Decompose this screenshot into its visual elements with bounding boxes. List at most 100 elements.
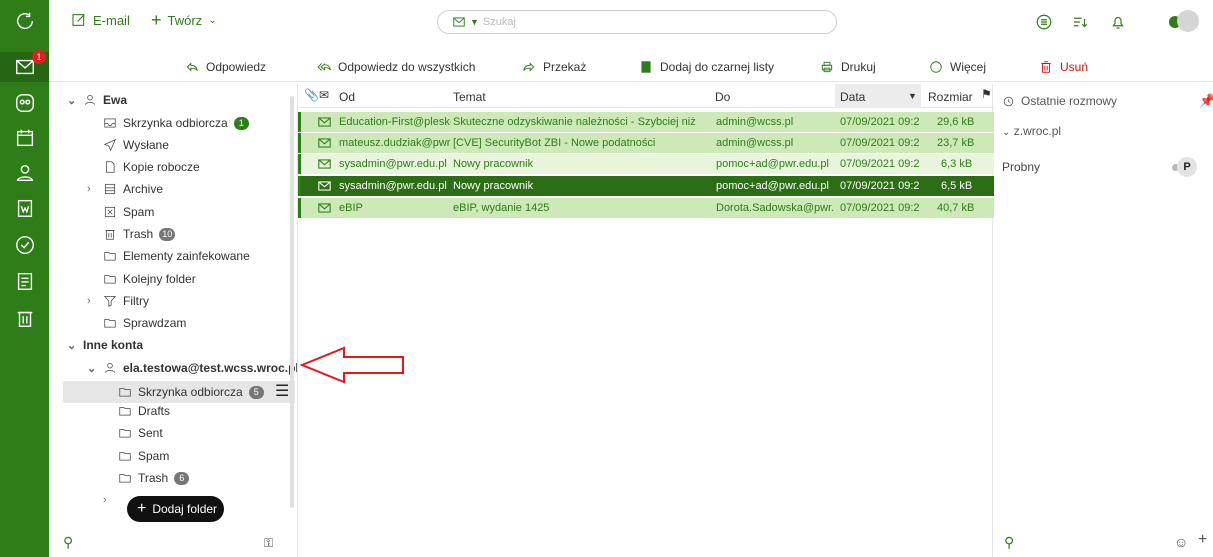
folder-checking[interactable]: Sprawdzam bbox=[103, 312, 186, 334]
a2-folder-trash[interactable]: Trash 6 bbox=[118, 467, 190, 489]
forward-button[interactable]: Przekaż bbox=[522, 60, 586, 74]
more-button[interactable]: Więcej bbox=[929, 60, 986, 74]
plus-icon[interactable]: + bbox=[1198, 531, 1207, 549]
search-icon[interactable]: ⚲ bbox=[1004, 534, 1014, 551]
add-folder-button[interactable]: + Dodaj folder bbox=[127, 496, 224, 522]
notes-icon[interactable] bbox=[12, 268, 38, 294]
plus-icon: + bbox=[151, 10, 162, 30]
cell-date: 07/09/2021 09:2 bbox=[840, 202, 920, 214]
flag-icon[interactable]: ⚑ bbox=[981, 87, 992, 101]
chevron-right-icon[interactable]: › bbox=[87, 183, 97, 195]
a2-folder-collapsed[interactable]: › bbox=[103, 489, 113, 511]
folder-icon bbox=[119, 452, 131, 461]
user-avatar[interactable] bbox=[1169, 8, 1199, 34]
search-placeholder: Szukaj bbox=[482, 16, 516, 28]
trash-icon[interactable] bbox=[12, 305, 38, 331]
search-input[interactable]: ▼ Szukaj bbox=[437, 10, 837, 34]
folder-scrollbar[interactable] bbox=[290, 96, 294, 508]
folder-inbox[interactable]: Skrzynka odbiorcza 1 bbox=[103, 112, 249, 134]
folder-label: Kopie robocze bbox=[123, 160, 200, 174]
folder-archive[interactable]: › Archive bbox=[87, 178, 163, 200]
folder-spam[interactable]: Spam bbox=[103, 201, 154, 223]
count-badge: 10 bbox=[159, 227, 176, 241]
table-row[interactable]: mateusz.dudziak@pwr.e [CVE] SecurityBot … bbox=[298, 133, 994, 153]
section-label: Inne konta bbox=[83, 338, 144, 352]
column-subject[interactable]: Temat bbox=[453, 90, 486, 104]
group-label: z.wroc.pl bbox=[1013, 124, 1062, 138]
user-icon[interactable] bbox=[12, 160, 38, 186]
column-size[interactable]: Rozmiar bbox=[928, 90, 973, 104]
chevron-right-icon[interactable]: › bbox=[87, 295, 97, 307]
create-button[interactable]: + Twórz ⌄ bbox=[151, 10, 217, 30]
word-doc-icon[interactable] bbox=[12, 195, 38, 221]
chevron-down-icon: ⌄ bbox=[1002, 127, 1011, 138]
folder-trash[interactable]: Trash 10 bbox=[103, 223, 176, 245]
folder-label: Trash bbox=[138, 471, 169, 485]
inbox-icon bbox=[104, 118, 116, 128]
calendar-icon[interactable] bbox=[12, 125, 38, 151]
mail-filter-icon bbox=[453, 17, 465, 27]
a2-folder-drafts[interactable]: Drafts bbox=[118, 400, 170, 422]
a2-folder-sent[interactable]: Sent bbox=[118, 422, 163, 444]
table-row[interactable]: eBIP eBIP, wydanie 1425 Dorota.Sadowska@… bbox=[298, 198, 994, 218]
folder-icon bbox=[104, 252, 116, 261]
other-accounts-section[interactable]: ⌄ Inne konta bbox=[67, 334, 143, 356]
envelope-icon bbox=[318, 138, 331, 148]
conversation-group[interactable]: ⌄ z.wroc.pl bbox=[1002, 124, 1061, 138]
contact-name: Probny bbox=[1002, 160, 1041, 174]
app-rail: 1 bbox=[0, 0, 49, 557]
folder-drafts[interactable]: Kopie robocze bbox=[103, 156, 200, 178]
folder-icon bbox=[119, 474, 131, 483]
refresh-icon[interactable] bbox=[12, 8, 38, 34]
column-date[interactable]: Data bbox=[840, 90, 865, 104]
folder-menu-icon[interactable]: ☰ bbox=[275, 384, 289, 400]
blacklist-button[interactable]: Dodaj do czarnej listy bbox=[639, 60, 774, 74]
recent-conversations-panel: Ostatnie rozmowy 📌 ⌄ z.wroc.pl Probny P … bbox=[994, 84, 1213, 557]
pin-icon[interactable]: 📌 bbox=[1199, 93, 1213, 109]
folder-next[interactable]: Kolejny folder bbox=[103, 268, 196, 290]
folder-infected[interactable]: Elementy zainfekowane bbox=[103, 245, 250, 267]
search-icon[interactable]: ⚲ bbox=[63, 534, 73, 551]
delete-button[interactable]: Usuń bbox=[1039, 60, 1088, 74]
column-from[interactable]: Od bbox=[339, 90, 355, 104]
cell-size: 23,7 kB bbox=[937, 137, 975, 149]
email-button[interactable]: E-mail bbox=[71, 12, 130, 28]
a2-folder-spam[interactable]: Spam bbox=[118, 445, 169, 467]
folder-icon bbox=[119, 407, 131, 416]
count-badge: 6 bbox=[174, 471, 190, 485]
conversation-item[interactable]: Probny bbox=[1002, 160, 1040, 174]
table-row-selected[interactable]: sysadmin@pwr.edu.pl Nowy pracownik pomoc… bbox=[298, 176, 994, 196]
chevron-down-icon[interactable]: ⌄ bbox=[87, 362, 97, 375]
sort-desc-icon[interactable]: ▼ bbox=[908, 91, 917, 101]
table-row[interactable]: Education-First@plesk-1 Skuteczne odzysk… bbox=[298, 112, 994, 132]
sort-icon[interactable] bbox=[1071, 13, 1089, 31]
add-contact-icon[interactable]: ☺ bbox=[1174, 534, 1188, 550]
contact-avatar[interactable]: P bbox=[1177, 157, 1197, 177]
cell-subject: [CVE] SecurityBot ZBI - Nowe podatności bbox=[453, 137, 656, 149]
reply-all-label: Odpowiedz do wszystkich bbox=[338, 60, 476, 74]
reply-all-button[interactable]: Odpowiedz do wszystkich bbox=[317, 60, 475, 74]
column-to[interactable]: Do bbox=[715, 90, 730, 104]
delete-label: Usuń bbox=[1060, 60, 1089, 74]
chevron-down-icon[interactable]: ⌄ bbox=[67, 94, 77, 107]
account-ela[interactable]: ⌄ ela.testowa@test.wcss.wroc.pl bbox=[87, 357, 299, 379]
attachment-icon[interactable]: 📎✉ bbox=[304, 88, 329, 102]
tasks-icon[interactable] bbox=[12, 232, 38, 258]
print-button[interactable]: Drukuj bbox=[820, 60, 876, 74]
chevron-down-icon[interactable]: ▼ bbox=[470, 17, 479, 27]
table-row[interactable]: sysadmin@pwr.edu.pl Nowy pracownik pomoc… bbox=[298, 154, 994, 174]
account-ewa[interactable]: ⌄ Ewa bbox=[67, 89, 127, 111]
bell-icon[interactable] bbox=[1109, 13, 1127, 31]
send-icon bbox=[103, 139, 116, 152]
cell-date: 07/09/2021 09:2 bbox=[840, 158, 920, 170]
chevron-right-icon[interactable]: › bbox=[103, 494, 113, 506]
contacts-icon[interactable] bbox=[12, 90, 38, 116]
folder-label: Archive bbox=[123, 182, 164, 196]
folder-sent[interactable]: Wysłane bbox=[103, 134, 169, 156]
tree-structure-icon[interactable]: ⚿ bbox=[264, 536, 273, 551]
notes-list-icon[interactable] bbox=[1035, 13, 1053, 31]
cell-subject: Skuteczne odzyskiwanie należności - Szyb… bbox=[453, 116, 696, 128]
reply-button[interactable]: Odpowiedz bbox=[185, 60, 266, 74]
folder-filters[interactable]: › Filtry bbox=[87, 290, 149, 312]
chevron-down-icon[interactable]: ⌄ bbox=[67, 339, 77, 352]
